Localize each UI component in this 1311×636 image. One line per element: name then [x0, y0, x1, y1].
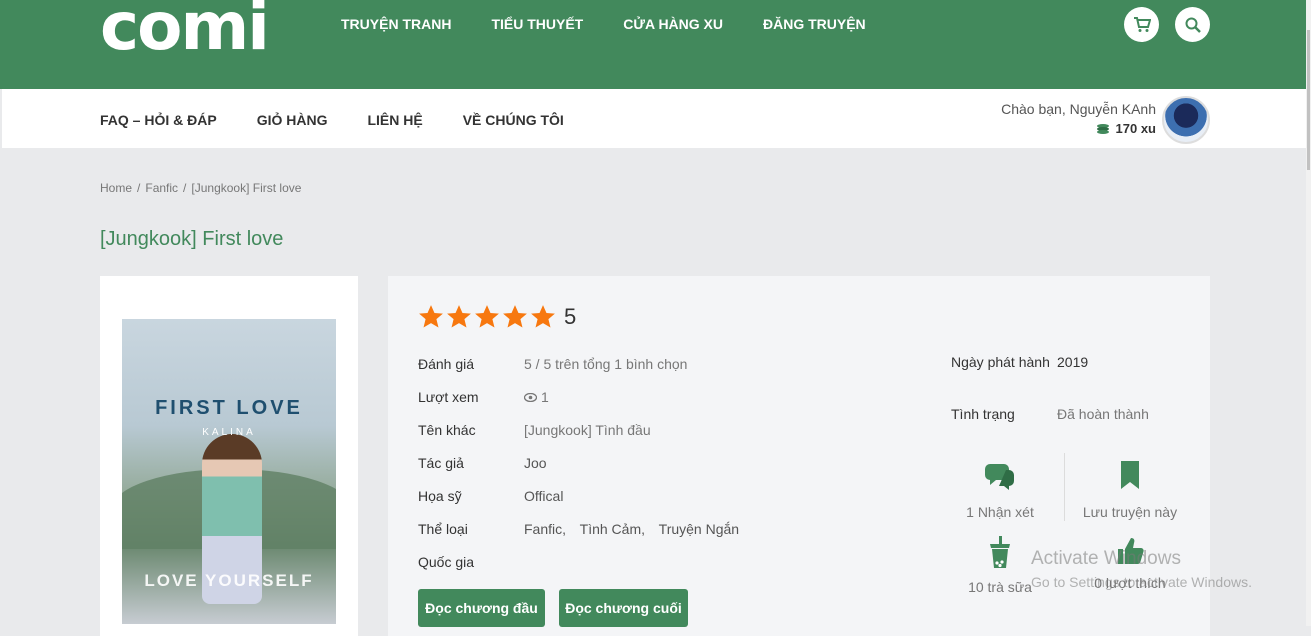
star-icon[interactable] [474, 304, 500, 330]
cover-title: FIRST LOVE [155, 397, 303, 419]
comments-icon [985, 464, 1014, 490]
main-nav: TRUYỆN TRANH TIỂU THUYẾT CỬA HÀNG XU ĐĂN… [341, 16, 906, 32]
genre-link[interactable]: Fanfic, [524, 521, 566, 537]
detail-views: Lượt xem 1 [418, 389, 549, 405]
nav-cua-hang-xu[interactable]: CỬA HÀNG XU [623, 16, 723, 32]
user-greeting: Chào bạn, Nguyễn KAnh 170 xu [1001, 101, 1156, 136]
rating-score: 5 [564, 304, 577, 329]
cover-footer-text: LOVE YOURSELF [144, 571, 314, 590]
coins-icon [1096, 123, 1109, 134]
detail-rating: Đánh giá 5 / 5 trên tổng 1 bình chọn [418, 356, 688, 372]
star-icon[interactable] [530, 304, 556, 330]
search-icon [1185, 17, 1201, 33]
detail-genres: Thể loại Fanfic, Tình Cảm, Truyện Ngắn [418, 521, 740, 537]
nav-tieu-thuyet[interactable]: TIỂU THUYẾT [491, 16, 583, 32]
detail-country: Quốc gia [418, 554, 475, 570]
cover-card: FIRST LOVE KALINA LOVE YOURSELF [100, 276, 358, 636]
breadcrumb: Home / Fanfic / [Jungkook] First love [100, 181, 302, 195]
scrollbar-thumb[interactable] [1307, 30, 1310, 170]
bookmark-icon [1121, 461, 1139, 489]
breadcrumb-current[interactable]: [Jungkook] First love [191, 181, 301, 195]
breadcrumb-home[interactable]: Home [100, 181, 132, 195]
save-story-button[interactable]: Lưu truyện này [1078, 460, 1182, 520]
comments-count: 1 Nhận xét [966, 504, 1034, 520]
nav-dang-truyen[interactable]: ĐĂNG TRUYỆN [763, 16, 866, 32]
detail-artist: Họa sỹ Offical [418, 488, 564, 504]
site-logo[interactable]: comi [100, 0, 270, 60]
nav-faq[interactable]: FAQ – HỎI & ĐÁP [100, 112, 217, 128]
read-first-chapter-button[interactable]: Đọc chương đầu [418, 589, 545, 627]
genre-link[interactable]: Truyện Ngắn [659, 521, 739, 537]
search-button[interactable] [1175, 7, 1210, 42]
page-title: [Jungkook] First love [100, 228, 284, 250]
secondary-nav: FAQ – HỎI & ĐÁP GIỎ HÀNG LIÊN HỆ VỀ CHÚN… [100, 112, 604, 128]
secondary-header: FAQ – HỎI & ĐÁP GIỎ HÀNG LIÊN HỆ VỀ CHÚN… [2, 89, 1306, 148]
star-icon[interactable] [446, 304, 472, 330]
detail-status: Tình trạng Đã hoàn thành [951, 406, 1149, 422]
greeting-text[interactable]: Chào bạn, Nguyễn KAnh [1001, 101, 1156, 117]
read-last-chapter-button[interactable]: Đọc chương cuối [559, 589, 688, 627]
nav-truyen-tranh[interactable]: TRUYỆN TRANH [341, 16, 451, 32]
milktea-count: 10 trà sữa [968, 579, 1032, 595]
save-story-label: Lưu truyện này [1082, 504, 1178, 520]
page-scrollbar[interactable] [1306, 0, 1311, 626]
detail-author: Tác giả Joo [418, 455, 547, 471]
cart-icon [1133, 16, 1151, 32]
detail-alt-name: Tên khác [Jungkook] Tình đầu [418, 422, 651, 438]
eye-icon [524, 392, 537, 402]
detail-release: Ngày phát hành 2019 [951, 354, 1089, 370]
view-count: 1 [541, 389, 549, 405]
breadcrumb-fanfic[interactable]: Fanfic [145, 181, 178, 195]
nav-ve-chung-toi[interactable]: VỀ CHÚNG TÔI [463, 112, 564, 128]
milktea-icon [990, 536, 1010, 568]
cart-button[interactable] [1124, 7, 1159, 42]
milktea-stat[interactable]: 10 trà sữa [962, 536, 1038, 595]
star-icon[interactable] [502, 304, 528, 330]
star-icon[interactable] [418, 304, 444, 330]
star-rating[interactable]: 5 [418, 304, 576, 330]
coin-balance: 170 xu [1001, 121, 1156, 136]
nav-lien-he[interactable]: LIÊN HỆ [367, 112, 422, 128]
coin-amount: 170 xu [1115, 121, 1156, 136]
top-header: comi TRUYỆN TRANH TIỂU THUYẾT CỬA HÀNG X… [0, 0, 1306, 89]
avatar[interactable] [1162, 96, 1210, 144]
windows-activation-watermark: Activate Windows Go to Settings to activ… [1031, 548, 1252, 590]
comments-stat[interactable]: 1 Nhận xét [962, 460, 1038, 520]
nav-gio-hang[interactable]: GIỎ HÀNG [257, 112, 328, 128]
cover-image[interactable]: FIRST LOVE KALINA LOVE YOURSELF [122, 319, 336, 624]
cover-author: KALINA [202, 427, 256, 438]
genre-link[interactable]: Tình Cảm, [580, 521, 645, 537]
